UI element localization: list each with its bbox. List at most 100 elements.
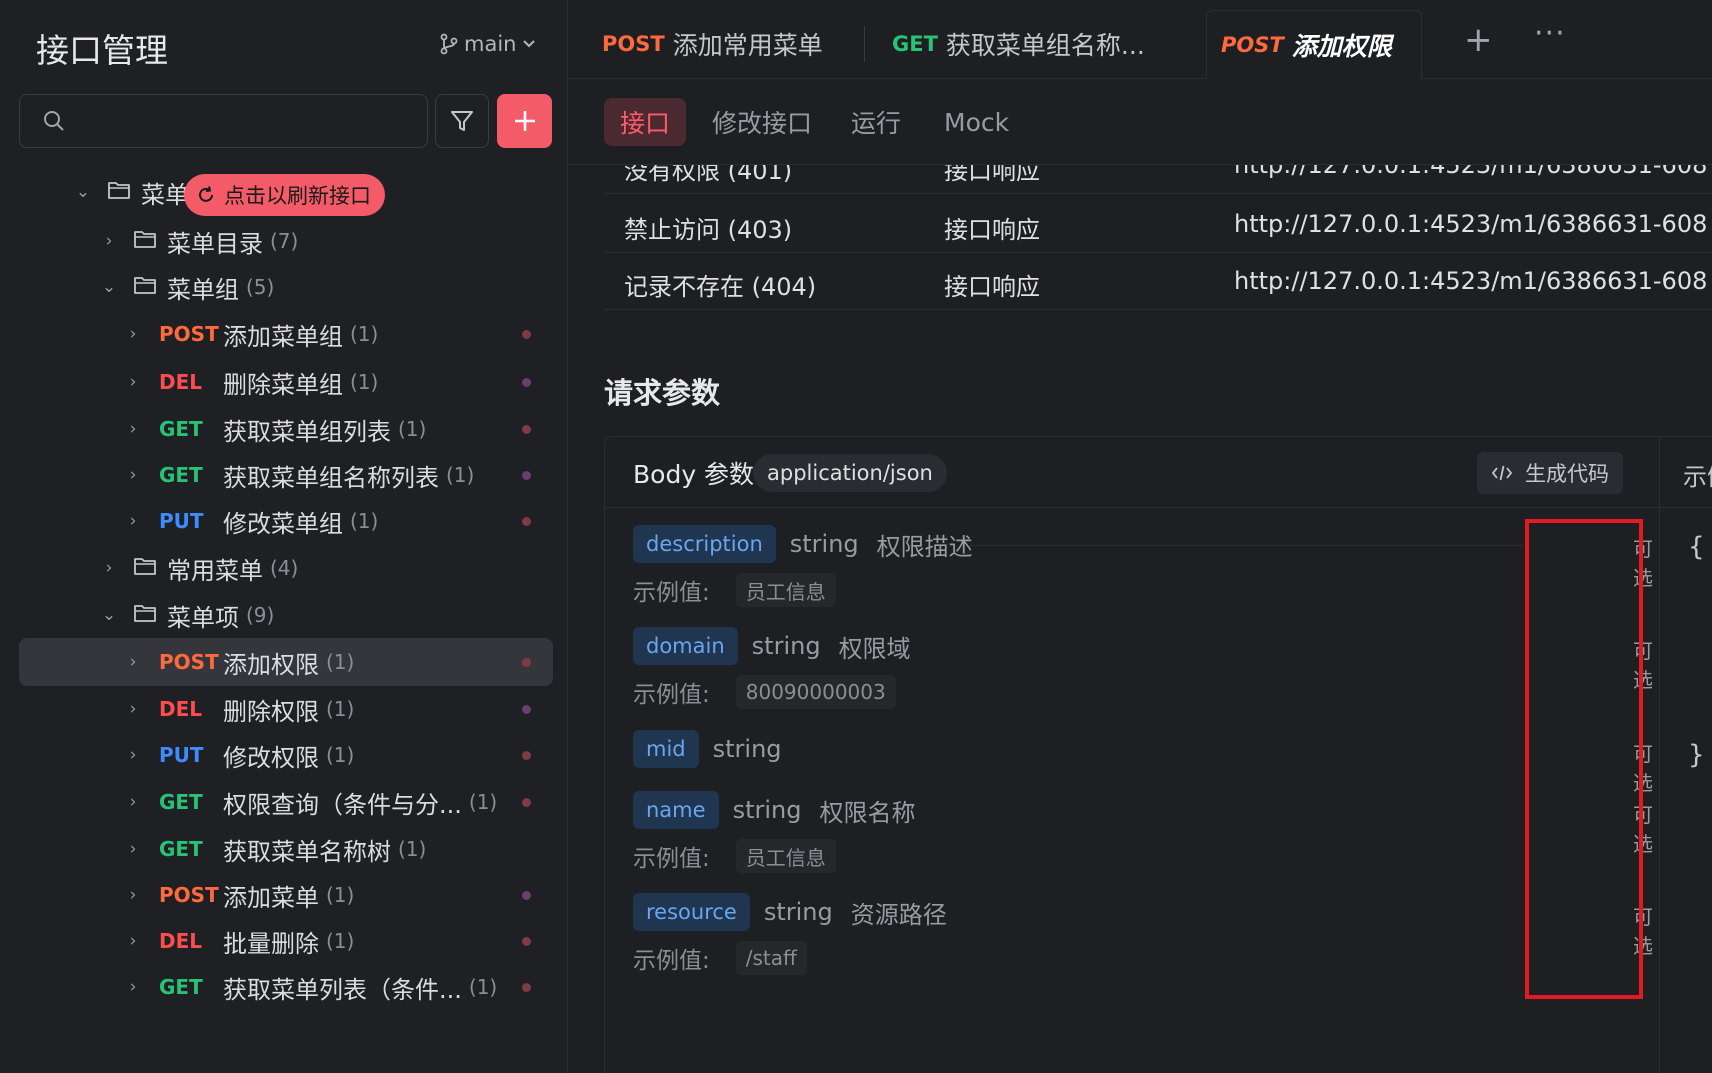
example-label: 示例值: xyxy=(633,682,710,708)
tab-method: POST xyxy=(602,32,665,56)
tab-add-permission[interactable]: POST 添加权限 xyxy=(1206,10,1422,79)
response-url: http://127.0.0.1:4523/m1/6386631-608 xyxy=(1234,267,1708,295)
tree-api-item[interactable]: › GET 获取菜单组名称列表 (1) xyxy=(19,451,553,499)
tree-folder[interactable]: ⌄ 菜单组 (5) xyxy=(19,263,553,311)
response-url: http://127.0.0.1:4523/m1/6386631-608 xyxy=(1234,210,1708,238)
chevron-right-icon[interactable]: › xyxy=(125,977,141,997)
param-name[interactable]: resource xyxy=(633,893,750,931)
tree-api-item[interactable]: › DEL 删除权限 (1) xyxy=(19,685,553,733)
chevron-down-icon[interactable]: ⌄ xyxy=(101,277,117,297)
response-row[interactable]: 没有权限 (401) 接口响应 http://127.0.0.1:4523/m1… xyxy=(604,165,1712,194)
tree-api-item[interactable]: › PUT 修改菜单组 (1) xyxy=(19,497,553,545)
status-dot xyxy=(522,657,531,667)
filter-button[interactable] xyxy=(435,94,489,148)
chevron-right-icon[interactable]: › xyxy=(125,419,141,439)
param-row: domain string 权限域 示例值: 80090000003 可选 xyxy=(633,627,1653,737)
param-name[interactable]: mid xyxy=(633,730,699,768)
tree-api-item[interactable]: › GET 获取菜单列表（条件... (1) xyxy=(19,963,553,1011)
param-desc: 权限域 xyxy=(838,634,911,663)
method-badge: GET xyxy=(159,837,203,861)
section-title: 请求参数 xyxy=(604,376,721,410)
method-badge: DEL xyxy=(159,697,203,721)
chevron-right-icon[interactable]: › xyxy=(125,745,141,765)
tab-get-menu-group-names[interactable]: GET 获取菜单组名称... xyxy=(858,10,1145,78)
example-value: 80090000003 xyxy=(735,675,896,709)
chevron-right-icon[interactable]: › xyxy=(125,699,141,719)
chevron-right-icon[interactable]: › xyxy=(125,372,141,392)
tab-add-common-menu[interactable]: POST 添加常用菜单 xyxy=(568,10,832,78)
tree-item-label: 获取菜单组列表 xyxy=(223,417,391,446)
subtab-run[interactable]: 运行 xyxy=(851,98,901,146)
tree-folder[interactable]: › 菜单目录 (7) xyxy=(19,217,553,265)
tree-item-label: 获取菜单名称树 xyxy=(223,837,391,866)
tree-folder[interactable]: › 常用菜单 (4) xyxy=(19,544,553,592)
param-name[interactable]: name xyxy=(633,791,719,829)
param-name[interactable]: domain xyxy=(633,627,738,665)
response-type: 接口响应 xyxy=(944,273,1040,301)
add-button[interactable] xyxy=(497,94,552,148)
chevron-right-icon[interactable]: › xyxy=(101,558,117,578)
refresh-icon xyxy=(199,186,213,202)
search-input[interactable] xyxy=(19,94,428,148)
response-url: http://127.0.0.1:4523/m1/6386631-608 xyxy=(1234,165,1708,179)
method-badge: GET xyxy=(159,417,203,441)
tree-folder[interactable]: ⌄ 菜单项 (9) xyxy=(19,591,553,639)
subtab-edit-api[interactable]: 修改接口 xyxy=(712,98,812,146)
chevron-right-icon[interactable]: › xyxy=(101,231,117,251)
chevron-down-icon[interactable]: ⌄ xyxy=(101,605,117,625)
method-badge: PUT xyxy=(159,743,204,767)
param-name[interactable]: description xyxy=(633,525,776,563)
example-label: 示例值: xyxy=(633,580,710,606)
example-label: 示例值: xyxy=(633,948,710,974)
tree-api-item[interactable]: › POST 添加菜单组 (1) xyxy=(19,310,553,358)
status-dot xyxy=(522,750,531,760)
chevron-right-icon[interactable]: › xyxy=(125,324,141,344)
chevron-right-icon[interactable]: › xyxy=(125,465,141,485)
plus-icon xyxy=(514,111,535,131)
content-type-badge[interactable]: application/json xyxy=(753,454,947,492)
tree-api-item[interactable]: › DEL 批量删除 (1) xyxy=(19,917,553,965)
chevron-right-icon[interactable]: › xyxy=(125,652,141,672)
subtab-api[interactable]: 接口 xyxy=(604,98,687,146)
response-row[interactable]: 禁止访问 (403) 接口响应 http://127.0.0.1:4523/m1… xyxy=(604,196,1712,253)
chevron-down-icon[interactable]: ⌄ xyxy=(75,182,91,202)
card-divider xyxy=(1659,437,1660,1073)
response-row[interactable]: 记录不存在 (404) 接口响应 http://127.0.0.1:4523/m… xyxy=(604,253,1712,310)
tree-item-label: 权限查询（条件与分... xyxy=(223,790,462,819)
more-icon[interactable]: ··· xyxy=(1534,16,1566,51)
param-type: string xyxy=(712,735,782,763)
search-icon xyxy=(44,111,64,131)
tree-item-count: (5) xyxy=(246,275,275,299)
branch-selector[interactable]: main xyxy=(440,32,536,56)
tree-api-item[interactable]: › PUT 修改权限 (1) xyxy=(19,731,553,779)
new-tab-icon[interactable]: + xyxy=(1464,20,1493,60)
tree-item-count: (1) xyxy=(326,743,355,767)
tree-item-count: (1) xyxy=(326,650,355,674)
chevron-right-icon[interactable]: › xyxy=(125,511,141,531)
chevron-right-icon[interactable]: › xyxy=(125,792,141,812)
tree-item-count: (1) xyxy=(468,975,498,999)
tree-api-item[interactable]: › POST 添加菜单 (1) xyxy=(19,871,553,919)
tree-item-count: (7) xyxy=(270,229,299,253)
chevron-right-icon[interactable]: › xyxy=(125,839,141,859)
tree-item-count: (1) xyxy=(446,463,475,487)
refresh-tooltip[interactable]: 点击以刷新接口 xyxy=(184,174,385,216)
sidebar-title: 接口管理 xyxy=(36,31,168,70)
tree-item-count: (1) xyxy=(350,370,379,394)
param-type: string xyxy=(751,632,821,660)
tree-item-label: 菜单项 xyxy=(167,603,239,632)
generate-code-button[interactable]: 生成代码 xyxy=(1477,452,1623,494)
tree-api-item[interactable]: › DEL 删除菜单组 (1) xyxy=(19,358,553,406)
tree-api-item[interactable]: › POST 添加权限 (1) xyxy=(19,638,553,686)
chevron-right-icon[interactable]: › xyxy=(125,885,141,905)
tree-api-item[interactable]: › GET 获取菜单名称树 (1) xyxy=(19,825,553,873)
tree-api-item[interactable]: › GET 权限查询（条件与分... (1) xyxy=(19,778,553,826)
tab-method: POST xyxy=(1221,33,1284,57)
subtab-mock[interactable]: Mock xyxy=(944,98,1009,146)
status-dot xyxy=(522,936,531,946)
tree-api-item[interactable]: › GET 获取菜单组列表 (1) xyxy=(19,405,553,453)
method-badge: GET xyxy=(159,790,203,814)
example-value: 员工信息 xyxy=(735,839,836,873)
chevron-right-icon[interactable]: › xyxy=(125,931,141,951)
status-dot xyxy=(522,329,531,339)
